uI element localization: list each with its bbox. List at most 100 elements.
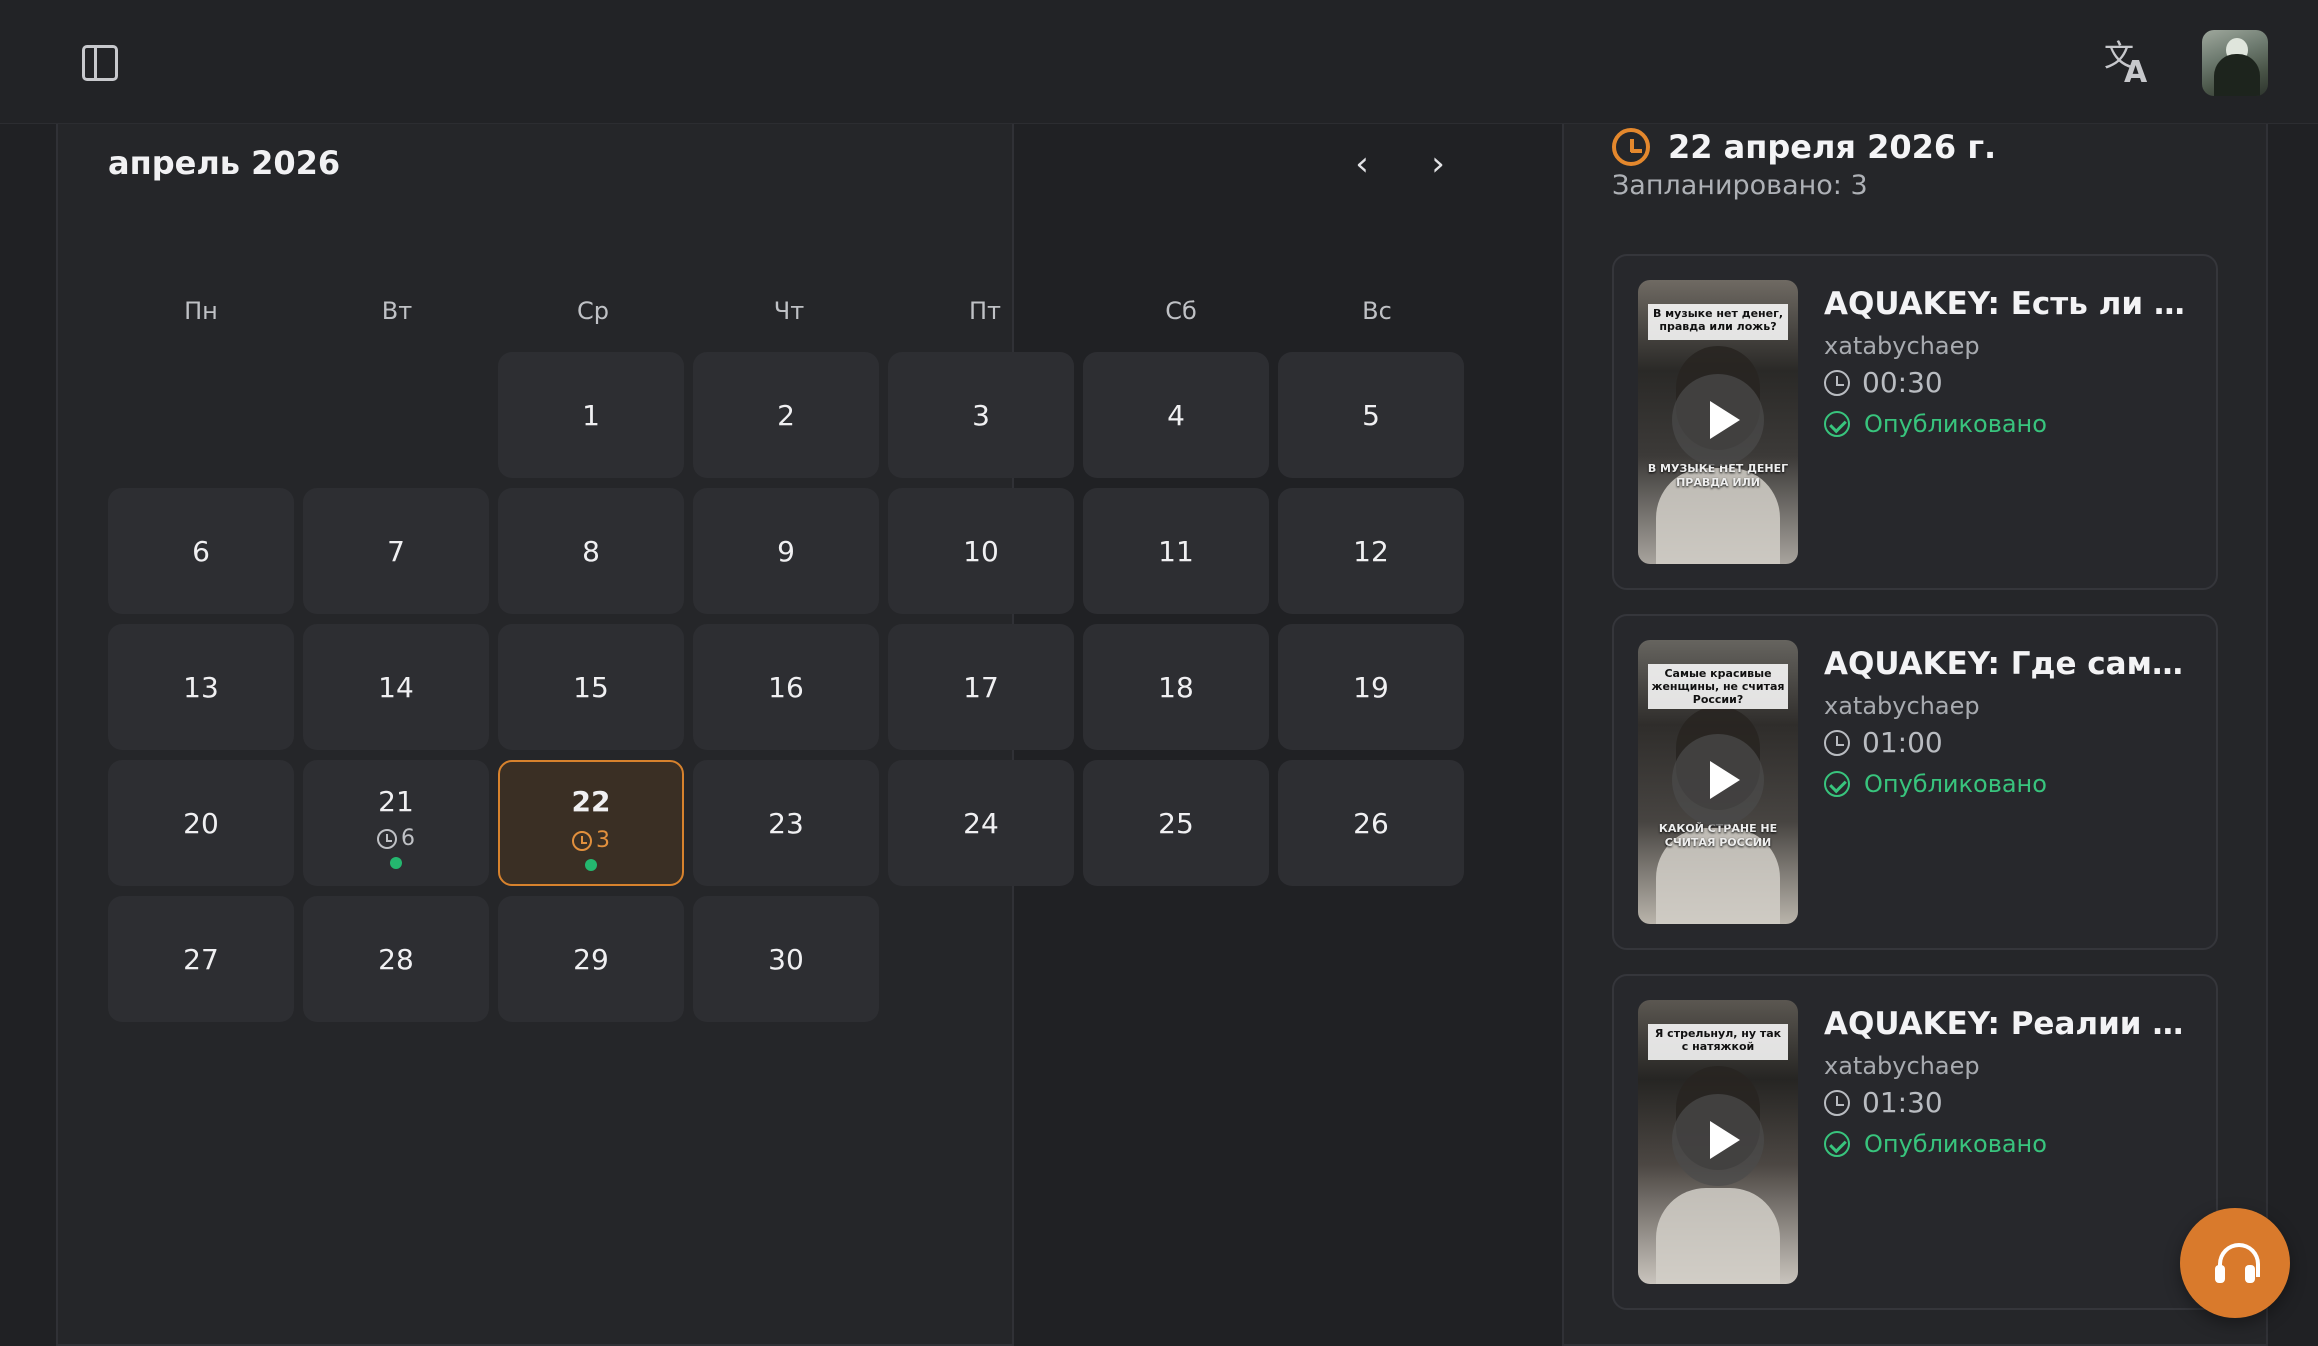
calendar-day[interactable]: 27 (108, 896, 294, 1022)
calendar-day[interactable]: 6 (108, 488, 294, 614)
calendar-day[interactable]: 17 (888, 624, 1074, 750)
calendar-day[interactable]: 10 (888, 488, 1074, 614)
calendar-day[interactable]: 30 (693, 896, 879, 1022)
calendar-day[interactable]: 1 (498, 352, 684, 478)
calendar-day[interactable]: 8 (498, 488, 684, 614)
calendar-day-number: 27 (183, 942, 219, 976)
calendar-day[interactable]: 14 (303, 624, 489, 750)
calendar-day-number: 1 (582, 398, 600, 432)
calendar-day[interactable]: 28 (303, 896, 489, 1022)
calendar-day[interactable]: 12 (1278, 488, 1464, 614)
video-title[interactable]: AQUAKEY: Есть ли де... (1824, 286, 2194, 322)
calendar-day-number: 14 (378, 670, 414, 704)
thumbnail-caption: Самые красивые женщины, не считая России… (1648, 664, 1788, 709)
weekday-label: Сб (1165, 297, 1197, 325)
calendar-day[interactable]: 7 (303, 488, 489, 614)
channel-name: xatabychaep (1824, 332, 1980, 360)
video-status: Опубликовано (1824, 1130, 2047, 1158)
video-time: 01:30 (1824, 1086, 1943, 1119)
calendar-day-number: 30 (768, 942, 804, 976)
calendar-day-number: 19 (1353, 670, 1389, 704)
selected-date-title: 22 апреля 2026 г. (1668, 128, 1997, 166)
calendar-empty-cell (303, 352, 489, 478)
video-thumbnail[interactable]: Я стрельнул, ну так с натяжкой (1638, 1000, 1798, 1284)
thumbnail-subtitle: КАКОЙ СТРАНЕ НЕ СЧИТАЯ РОССИИ (1658, 822, 1778, 849)
play-icon[interactable] (1672, 374, 1764, 466)
thumbnail-person-shirt (1656, 1188, 1780, 1284)
calendar-day[interactable]: 16 (693, 624, 879, 750)
clock-icon (377, 828, 397, 849)
weekday-label: Вт (381, 297, 413, 325)
calendar-day[interactable]: 13 (108, 624, 294, 750)
video-title[interactable]: AQUAKEY: Реалии му... (1824, 1006, 2194, 1042)
event-count: 3 (596, 828, 610, 853)
calendar-day-number: 26 (1353, 806, 1389, 840)
calendar-day-number: 25 (1158, 806, 1194, 840)
calendar-day[interactable]: 9 (693, 488, 879, 614)
calendar-day-number: 3 (972, 398, 990, 432)
weekday-label: Ср (577, 297, 609, 325)
translate-icon[interactable]: 文 A (2104, 38, 2154, 90)
calendar-day[interactable]: 5 (1278, 352, 1464, 478)
calendar-day-number: 15 (573, 670, 609, 704)
channel-name: xatabychaep (1824, 1052, 1980, 1080)
play-icon[interactable] (1672, 1094, 1764, 1186)
channel-name: xatabychaep (1824, 692, 1980, 720)
calendar-day-number: 16 (768, 670, 804, 704)
calendar-day[interactable]: 21 6 (303, 760, 489, 886)
video-time-value: 01:30 (1862, 1086, 1943, 1119)
video-time: 00:30 (1824, 366, 1943, 399)
calendar-day[interactable]: 23 (693, 760, 879, 886)
calendar-page: 文 A апрель 2026 ‹ › Пн Вт Ср Чт Пт Сб Вс… (0, 0, 2318, 1346)
video-thumbnail[interactable]: Самые красивые женщины, не считая России… (1638, 640, 1798, 924)
check-icon (1824, 771, 1850, 797)
calendar-day[interactable]: 3 (888, 352, 1074, 478)
calendar-day[interactable]: 4 (1083, 352, 1269, 478)
calendar-day-number: 10 (963, 534, 999, 568)
status-label: Опубликовано (1864, 770, 2047, 798)
clock-icon (572, 830, 592, 851)
weekday-header: Пн Вт Ср Чт Пт Сб Вс (108, 297, 1470, 333)
video-card[interactable]: Я стрельнул, ну так с натяжкой AQUAKEY: … (1612, 974, 2218, 1310)
calendar-day[interactable]: 24 (888, 760, 1074, 886)
calendar-day[interactable]: 29 (498, 896, 684, 1022)
weekday-label: Пт (968, 297, 1002, 325)
video-title[interactable]: AQUAKEY: Где самы... (1824, 646, 2194, 682)
calendar-day[interactable]: 19 (1278, 624, 1464, 750)
day-event-count: 6 (303, 826, 489, 851)
play-icon[interactable] (1672, 734, 1764, 826)
calendar-day[interactable]: 22 3 (498, 760, 684, 886)
month-title: апрель 2026 (108, 144, 341, 182)
calendar-grid: 1 2 3 4 5 6 7 8 9 10 11 12 13 14 15 16 17 18 19 20 21 6 22 3 23 2… (108, 352, 1470, 1022)
video-thumbnail[interactable]: В музыке нет денег, правда или ложь? В М… (1638, 280, 1798, 564)
video-card[interactable]: В музыке нет денег, правда или ложь? В М… (1612, 254, 2218, 590)
calendar-day[interactable]: 2 (693, 352, 879, 478)
calendar-day[interactable]: 11 (1083, 488, 1269, 614)
calendar-day[interactable]: 26 (1278, 760, 1464, 886)
calendar-day-number: 22 (571, 784, 611, 818)
calendar-day-number: 11 (1158, 534, 1194, 568)
user-avatar[interactable] (2202, 30, 2268, 96)
calendar-day-number: 12 (1353, 534, 1389, 568)
check-icon (1824, 411, 1850, 437)
published-status-dot (390, 857, 402, 869)
calendar-day-number: 20 (183, 806, 219, 840)
sidebar-toggle-icon[interactable] (82, 45, 118, 81)
calendar-day[interactable]: 25 (1083, 760, 1269, 886)
event-count: 6 (401, 826, 415, 851)
video-status: Опубликовано (1824, 410, 2047, 438)
previous-month-button[interactable]: ‹ (1334, 142, 1390, 186)
calendar-day[interactable]: 18 (1083, 624, 1269, 750)
clock-icon (1824, 369, 1850, 396)
support-button[interactable] (2180, 1208, 2290, 1318)
status-label: Опубликовано (1864, 1130, 2047, 1158)
calendar-day-number: 21 (378, 784, 414, 818)
calendar-day-number: 28 (378, 942, 414, 976)
scheduled-count: Запланировано: 3 (1612, 170, 1868, 201)
calendar-day[interactable]: 20 (108, 760, 294, 886)
calendar-day-number: 6 (192, 534, 210, 568)
published-status-dot (585, 859, 597, 871)
next-month-button[interactable]: › (1410, 142, 1466, 186)
video-card[interactable]: Самые красивые женщины, не считая России… (1612, 614, 2218, 950)
calendar-day[interactable]: 15 (498, 624, 684, 750)
